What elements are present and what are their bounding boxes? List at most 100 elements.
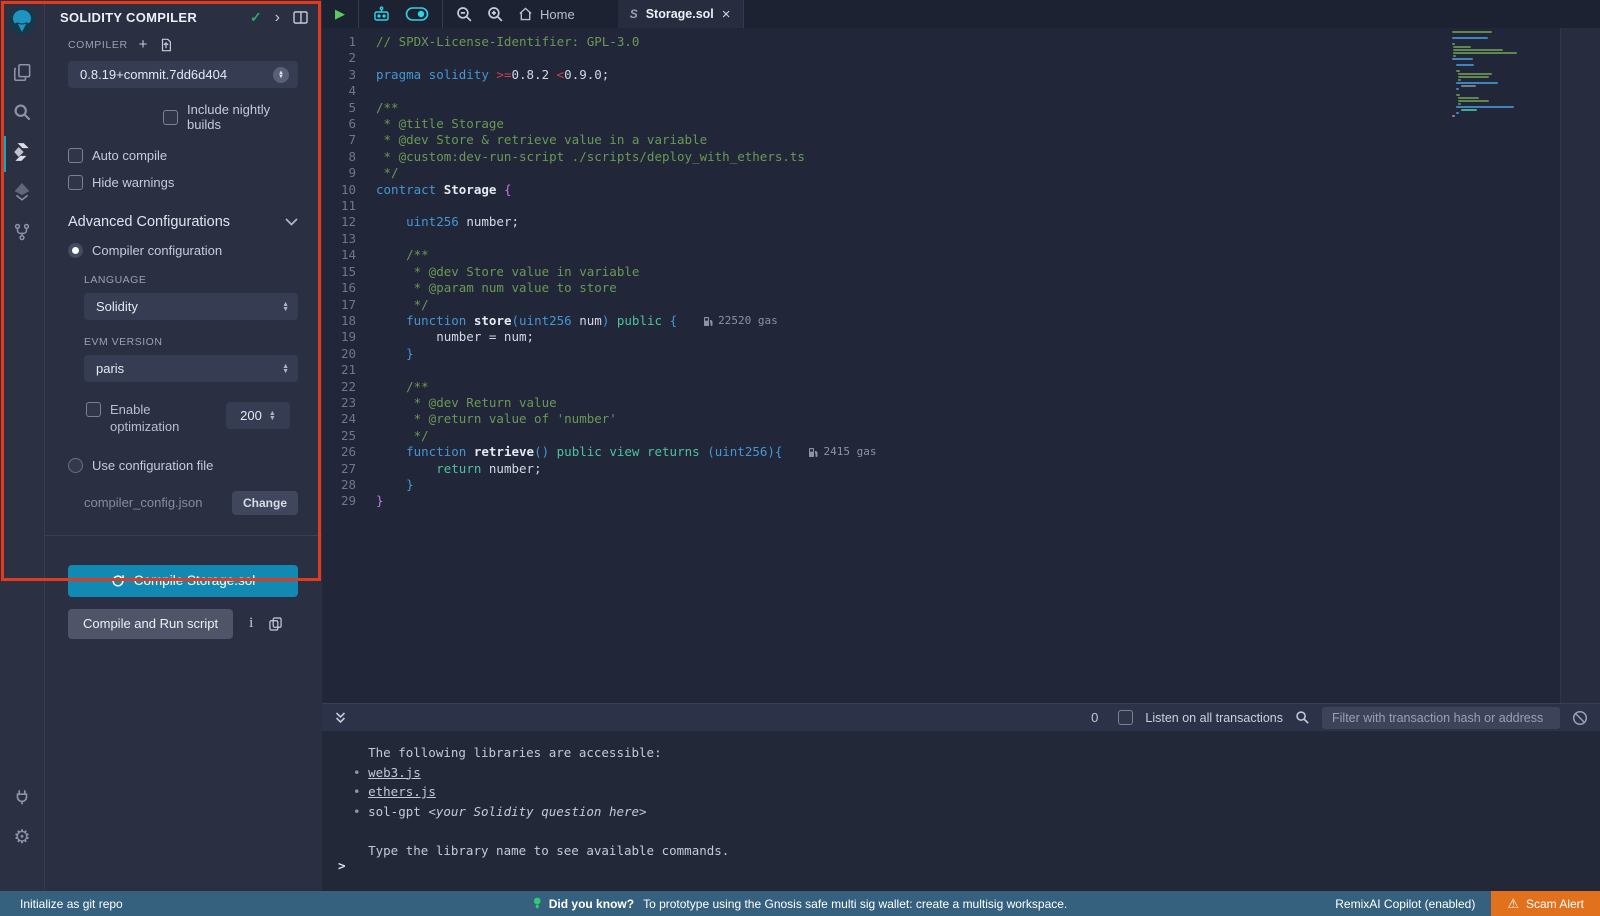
copilot-status[interactable]: RemixAI Copilot (enabled) bbox=[1335, 897, 1475, 911]
terminal-line: • ethers.js bbox=[338, 782, 1600, 802]
pin-panel-chevron-icon[interactable]: › bbox=[275, 10, 280, 26]
git-icon[interactable] bbox=[0, 212, 45, 252]
zoom-in-icon[interactable] bbox=[487, 6, 504, 23]
run-script-play-button[interactable]: ▶ bbox=[335, 6, 345, 22]
hide-warnings-checkbox[interactable]: Hide warnings bbox=[68, 175, 298, 190]
close-tab-icon[interactable]: × bbox=[722, 7, 731, 22]
code-line: 7 * @dev Store & retrieve value in a var… bbox=[322, 132, 1600, 148]
solidity-compiler-icon[interactable] bbox=[0, 132, 45, 172]
editor-minimap[interactable] bbox=[1452, 31, 1540, 118]
code-line: 14 /** bbox=[322, 247, 1600, 263]
terminal-search-icon[interactable] bbox=[1295, 710, 1310, 725]
code-line: 25 */ bbox=[322, 428, 1600, 444]
advanced-configurations-toggle[interactable]: Advanced Configurations bbox=[68, 214, 298, 230]
version-select-arrows-icon: ▲▼ bbox=[273, 67, 289, 83]
listen-all-transactions-label: Listen on all transactions bbox=[1145, 711, 1283, 725]
code-line: 21 bbox=[322, 362, 1600, 378]
collapse-terminal-icon[interactable] bbox=[334, 711, 347, 724]
config-file-name: compiler_config.json bbox=[84, 495, 203, 510]
evm-version-label: EVM VERSION bbox=[84, 336, 298, 348]
refresh-icon bbox=[111, 574, 125, 588]
code-line: 22 /** bbox=[322, 379, 1600, 395]
panel-title: SOLIDITY COMPILER bbox=[60, 10, 250, 25]
home-tab[interactable]: Home bbox=[518, 7, 575, 22]
include-nightly-checkbox[interactable]: Include nightly builds bbox=[163, 102, 298, 132]
copy-icon[interactable] bbox=[269, 617, 282, 631]
deploy-run-icon[interactable] bbox=[0, 172, 45, 212]
terminal-prompt[interactable]: > bbox=[338, 856, 346, 876]
code-line: 8 * @custom:dev-run-script ./scripts/dep… bbox=[322, 149, 1600, 165]
panel-divider bbox=[45, 535, 322, 536]
code-line: 12 uint256 number; bbox=[322, 214, 1600, 230]
change-config-button[interactable]: Change bbox=[232, 491, 298, 515]
code-line: 6 * @title Storage bbox=[322, 116, 1600, 132]
terminal-line bbox=[338, 821, 1600, 841]
search-icon[interactable] bbox=[0, 92, 45, 132]
git-init-status[interactable]: Initialize as git repo bbox=[20, 897, 123, 911]
compile-button[interactable]: Compile Storage.sol bbox=[68, 565, 298, 597]
active-plugin-indicator bbox=[3, 136, 6, 172]
radio-unselected[interactable] bbox=[68, 458, 83, 473]
checkbox[interactable] bbox=[68, 175, 83, 190]
code-line: 15 * @dev Store value in variable bbox=[322, 264, 1600, 280]
code-line: 23 * @dev Return value bbox=[322, 395, 1600, 411]
chevron-down-icon bbox=[285, 218, 298, 226]
code-line: 20 } bbox=[322, 346, 1600, 362]
split-panel-icon[interactable] bbox=[293, 11, 308, 24]
remix-logo-icon[interactable] bbox=[7, 6, 37, 36]
terminal-header: 0 Listen on all transactions bbox=[322, 703, 1600, 731]
gas-estimate: 2415 gas bbox=[808, 444, 876, 460]
zoom-out-icon[interactable] bbox=[456, 6, 473, 23]
terminal-link[interactable]: web3.js bbox=[368, 765, 421, 780]
checkbox[interactable] bbox=[163, 110, 178, 125]
code-line: 5/** bbox=[322, 100, 1600, 116]
ai-copilot-robot-icon[interactable] bbox=[372, 6, 391, 23]
language-select[interactable]: Solidity ▲▼ bbox=[84, 293, 298, 320]
transaction-filter-input[interactable] bbox=[1322, 707, 1560, 729]
icon-rail: ⚙ bbox=[0, 0, 45, 891]
compile-and-run-button[interactable]: Compile and Run script bbox=[68, 609, 233, 639]
enable-optimization-checkbox[interactable] bbox=[86, 402, 101, 417]
info-icon[interactable]: i bbox=[249, 615, 253, 632]
status-bar: Initialize as git repo Did you know? To … bbox=[0, 891, 1600, 916]
plugin-manager-icon[interactable] bbox=[0, 777, 45, 817]
listen-all-transactions-checkbox[interactable] bbox=[1118, 710, 1133, 725]
code-editor[interactable]: 1// SPDX-License-Identifier: GPL-3.023pr… bbox=[322, 28, 1600, 703]
scam-alert-button[interactable]: ⚠ Scam Alert bbox=[1491, 891, 1600, 916]
code-line: 4 bbox=[322, 83, 1600, 99]
copilot-toggle-icon[interactable] bbox=[405, 6, 429, 22]
file-explorer-icon[interactable] bbox=[0, 52, 45, 92]
evm-version-select[interactable]: paris ▲▼ bbox=[84, 355, 298, 382]
compiler-version-select[interactable]: 0.8.19+commit.7dd6d404 ▲▼ bbox=[68, 61, 298, 88]
code-line: 10contract Storage { bbox=[322, 182, 1600, 198]
enable-optimization-label: Enable optimization bbox=[110, 402, 198, 436]
editor-scrollbar[interactable] bbox=[1560, 28, 1600, 703]
terminal-line: Type the library name to see available c… bbox=[338, 841, 1600, 861]
code-line: 11 bbox=[322, 198, 1600, 214]
use-configuration-file-radio[interactable]: Use configuration file bbox=[68, 458, 298, 473]
code-line: 29} bbox=[322, 493, 1600, 509]
open-file-icon[interactable] bbox=[159, 38, 173, 52]
add-compiler-icon[interactable]: + bbox=[139, 37, 148, 52]
optimization-runs-input[interactable]: 200 ▲▼ bbox=[226, 402, 290, 429]
terminal-line: • sol-gpt <your Solidity question here> bbox=[338, 802, 1600, 822]
transaction-count: 0 bbox=[1091, 710, 1098, 725]
auto-compile-checkbox[interactable]: Auto compile bbox=[68, 148, 298, 163]
gas-estimate: 22520 gas bbox=[703, 313, 778, 329]
compiler-configuration-radio[interactable]: Compiler configuration bbox=[68, 243, 298, 258]
clear-console-icon[interactable] bbox=[1572, 710, 1588, 726]
code-line: 2 bbox=[322, 50, 1600, 66]
checkbox[interactable] bbox=[68, 148, 83, 163]
code-line: 27 return number; bbox=[322, 461, 1600, 477]
code-line: 17 */ bbox=[322, 297, 1600, 313]
settings-gear-icon[interactable]: ⚙ bbox=[0, 817, 45, 857]
solidity-compiler-panel: SOLIDITY COMPILER ✓ › COMPILER + 0.8.19+… bbox=[45, 0, 322, 891]
tab-storage-sol[interactable]: S Storage.sol × bbox=[618, 0, 744, 28]
terminal-line: • web3.js bbox=[338, 763, 1600, 783]
code-area[interactable]: 1// SPDX-License-Identifier: GPL-3.023pr… bbox=[322, 34, 1600, 703]
code-line: 3pragma solidity >=0.8.2 <0.9.0; bbox=[322, 67, 1600, 83]
terminal-link[interactable]: ethers.js bbox=[368, 784, 436, 799]
code-line: 13 bbox=[322, 231, 1600, 247]
radio-selected[interactable] bbox=[68, 243, 83, 258]
terminal-output[interactable]: The following libraries are accessible: … bbox=[322, 731, 1600, 891]
